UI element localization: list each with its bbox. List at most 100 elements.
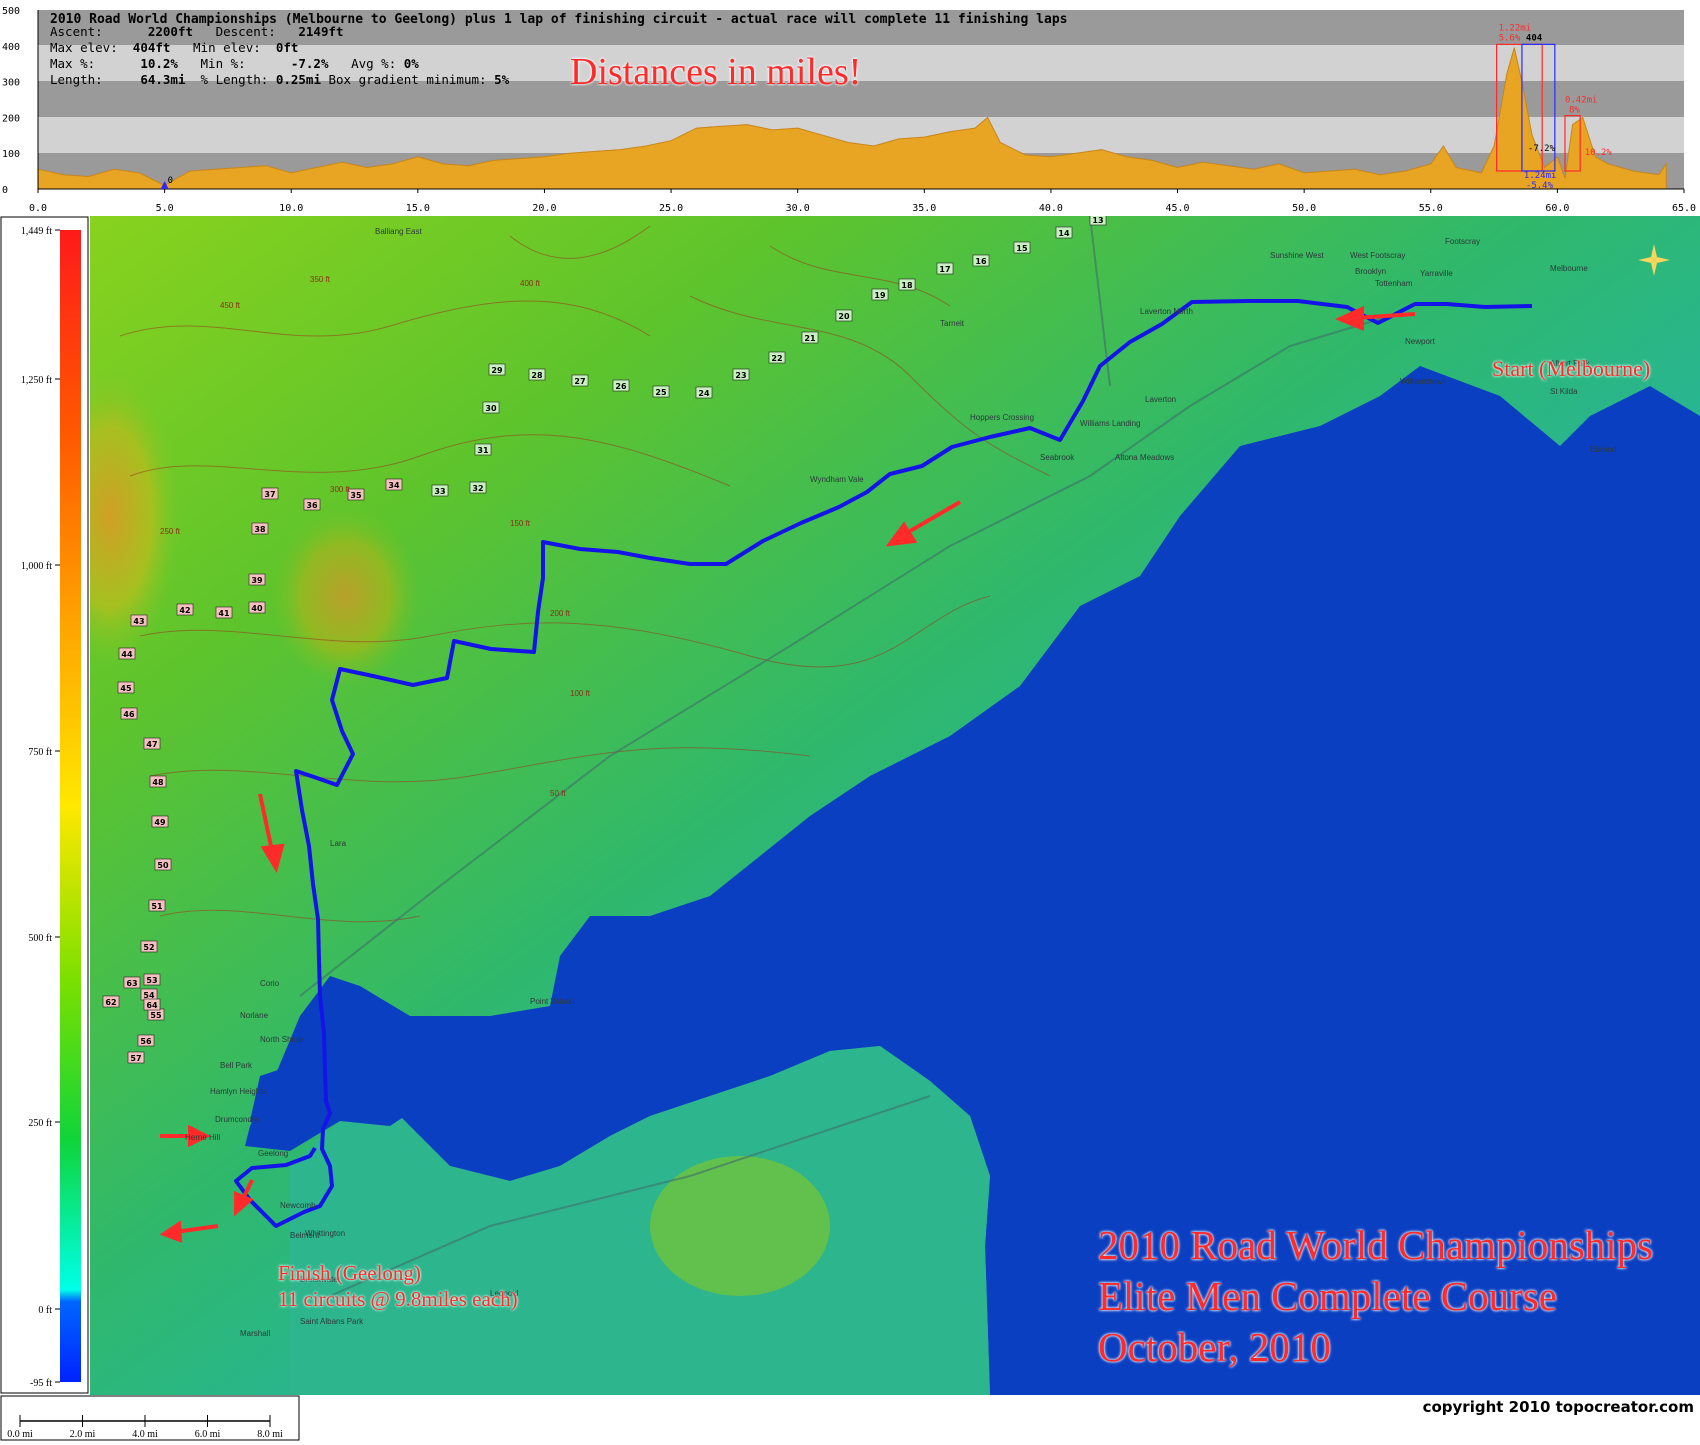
gradient-annotation: 5.6% (1499, 33, 1521, 43)
route-marker-label: 34 (388, 481, 400, 490)
y-tick-label: 500 (2, 6, 20, 17)
route-marker-label: 30 (485, 404, 497, 413)
scale-tick-label: 4.0 mi (132, 1429, 158, 1440)
gradient-annotation: -7.2% (1528, 144, 1556, 154)
route-marker-label: 38 (254, 525, 266, 534)
place-label: Lara (330, 839, 347, 848)
gradient-annotation: 1.22mi (1499, 23, 1532, 33)
copyright: copyright 2010 topocreator.com (1422, 1398, 1694, 1416)
route-marker-label: 40 (251, 604, 263, 613)
x-tick-label: 45.0 (1165, 203, 1189, 214)
y-tick-label: 300 (2, 78, 20, 89)
scale-bar-graphic: 0.0 mi 2.0 mi 4.0 mi 6.0 mi 8.0 mi (0, 1395, 300, 1441)
route-marker-label: 31 (477, 446, 489, 455)
x-tick-label: 35.0 (912, 203, 936, 214)
route-marker-label: 22 (771, 354, 782, 363)
elevation-legend: 1,449 ft 1,250 ft 1,000 ft 750 ft 500 ft 250 … (0, 216, 90, 1396)
route-marker-label: 44 (121, 650, 133, 659)
scale-tick-label: 6.0 mi (195, 1429, 221, 1440)
gradient-annotation: 8% (1569, 106, 1580, 116)
contour-label: 50 ft (550, 789, 566, 798)
place-label: Saint Albans Park (300, 1317, 364, 1326)
route-marker-label: 33 (434, 487, 445, 496)
profile-stats: Ascent: 2200ft Descent: 2149ft Max elev:… (50, 24, 510, 87)
route-marker-label: 14 (1058, 229, 1070, 238)
route-marker-label: 19 (874, 291, 886, 300)
scale-tick-label: 8.0 mi (257, 1429, 283, 1440)
gradient-annotation: 1.24mi (1524, 171, 1557, 181)
y-tick-label: 100 (2, 149, 20, 160)
contour-label: 300 ft (330, 485, 351, 494)
legend-tick-label: 1,000 ft (21, 561, 52, 572)
route-marker-label: 20 (838, 312, 850, 321)
place-label: Marshall (240, 1329, 270, 1338)
contour-label: 100 ft (570, 689, 591, 698)
place-label: Yarraville (1420, 269, 1453, 278)
y-tick-label: 0 (2, 185, 8, 196)
route-marker-label: 52 (143, 943, 154, 952)
place-label: West Footscray (1350, 251, 1405, 260)
place-label: Corio (260, 979, 280, 988)
contour-label: 150 ft (510, 519, 531, 528)
place-label: Laverton (1145, 395, 1176, 404)
legend-scale: 1,449 ft 1,250 ft 1,000 ft 750 ft 500 ft 250 … (0, 216, 89, 1394)
x-tick-label: 50.0 (1292, 203, 1316, 214)
finish-label: Finish (Geelong) 11 circuits @ 9.8miles … (278, 1260, 518, 1312)
route-marker-label: 49 (154, 818, 166, 827)
place-label: St Kilda (1550, 387, 1578, 396)
route-marker-label: 43 (133, 617, 144, 626)
route-marker-label: 42 (179, 606, 190, 615)
route-marker-label: 56 (140, 1037, 152, 1046)
place-label: Melbourne (1550, 264, 1588, 273)
elevation-profile: 500 400 300 200 100 0 0.0 5.0 10.0 15.0 20.0 25.0 30… (0, 0, 1700, 216)
legend-tick-label: 1,250 ft (21, 375, 52, 386)
legend-tick-label: 1,449 ft (21, 226, 52, 237)
place-label: Williamstown (1400, 377, 1447, 386)
hill-shading (650, 1156, 830, 1296)
contour-label: 200 ft (550, 609, 571, 618)
contour-label: 250 ft (160, 527, 181, 536)
place-label: Belmont (290, 1231, 320, 1240)
place-label: Tarneit (940, 319, 965, 328)
route-marker-label: 50 (157, 861, 169, 870)
route-marker-label: 28 (531, 371, 543, 380)
y-tick-label: 200 (2, 113, 20, 124)
map-title-line: October, 2010 (1098, 1324, 1331, 1370)
x-tick-label: 25.0 (659, 203, 683, 214)
hill-shading (270, 506, 420, 686)
topographic-map[interactable]: 1234567891011121314151617181920212223242… (34, 100, 1700, 1395)
place-label: Hoppers Crossing (970, 413, 1034, 422)
contour-label: 350 ft (310, 275, 331, 284)
route-marker-label: 17 (939, 265, 950, 274)
peak-label: 404 (1526, 33, 1543, 43)
route-marker-label: 32 (472, 484, 483, 493)
map-title-line: Elite Men Complete Course (1098, 1273, 1557, 1319)
place-label: Laverton North (1140, 307, 1193, 316)
route-marker-label: 51 (151, 902, 163, 911)
contour-label: 400 ft (520, 279, 541, 288)
place-label: Sunshine West (1270, 251, 1324, 260)
scale-bar: 0.0 mi 2.0 mi 4.0 mi 6.0 mi 8.0 mi (0, 1395, 300, 1441)
place-label: Tottenham (1375, 279, 1413, 288)
place-label: Elwood (1590, 445, 1616, 454)
route-marker-label: 55 (150, 1011, 162, 1020)
place-label: Newcomb (280, 1201, 316, 1210)
route-marker-label: 15 (1016, 244, 1028, 253)
route-marker-label: 39 (251, 576, 263, 585)
map-title: 2010 Road World Championships Elite Men … (1098, 1220, 1653, 1373)
contour-label: 450 ft (220, 301, 241, 310)
place-label: Geelong (258, 1149, 288, 1158)
route-marker-label: 54 (143, 991, 155, 1000)
place-label: Newport (1405, 337, 1436, 346)
scale-tick-label: 2.0 mi (70, 1429, 96, 1440)
route-marker-label: 13 (1092, 216, 1103, 225)
position-marker-label: 0 (168, 176, 173, 186)
legend-tick-label: -95 ft (30, 1378, 52, 1389)
route-marker-label: 41 (218, 609, 230, 618)
route-marker-label: 62 (105, 998, 116, 1007)
route-marker-label: 35 (350, 491, 362, 500)
place-label: Williams Landing (1080, 419, 1140, 428)
place-label: Wyndham Vale (810, 475, 864, 484)
x-tick-label: 40.0 (1039, 203, 1063, 214)
x-tick-label: 10.0 (279, 203, 303, 214)
